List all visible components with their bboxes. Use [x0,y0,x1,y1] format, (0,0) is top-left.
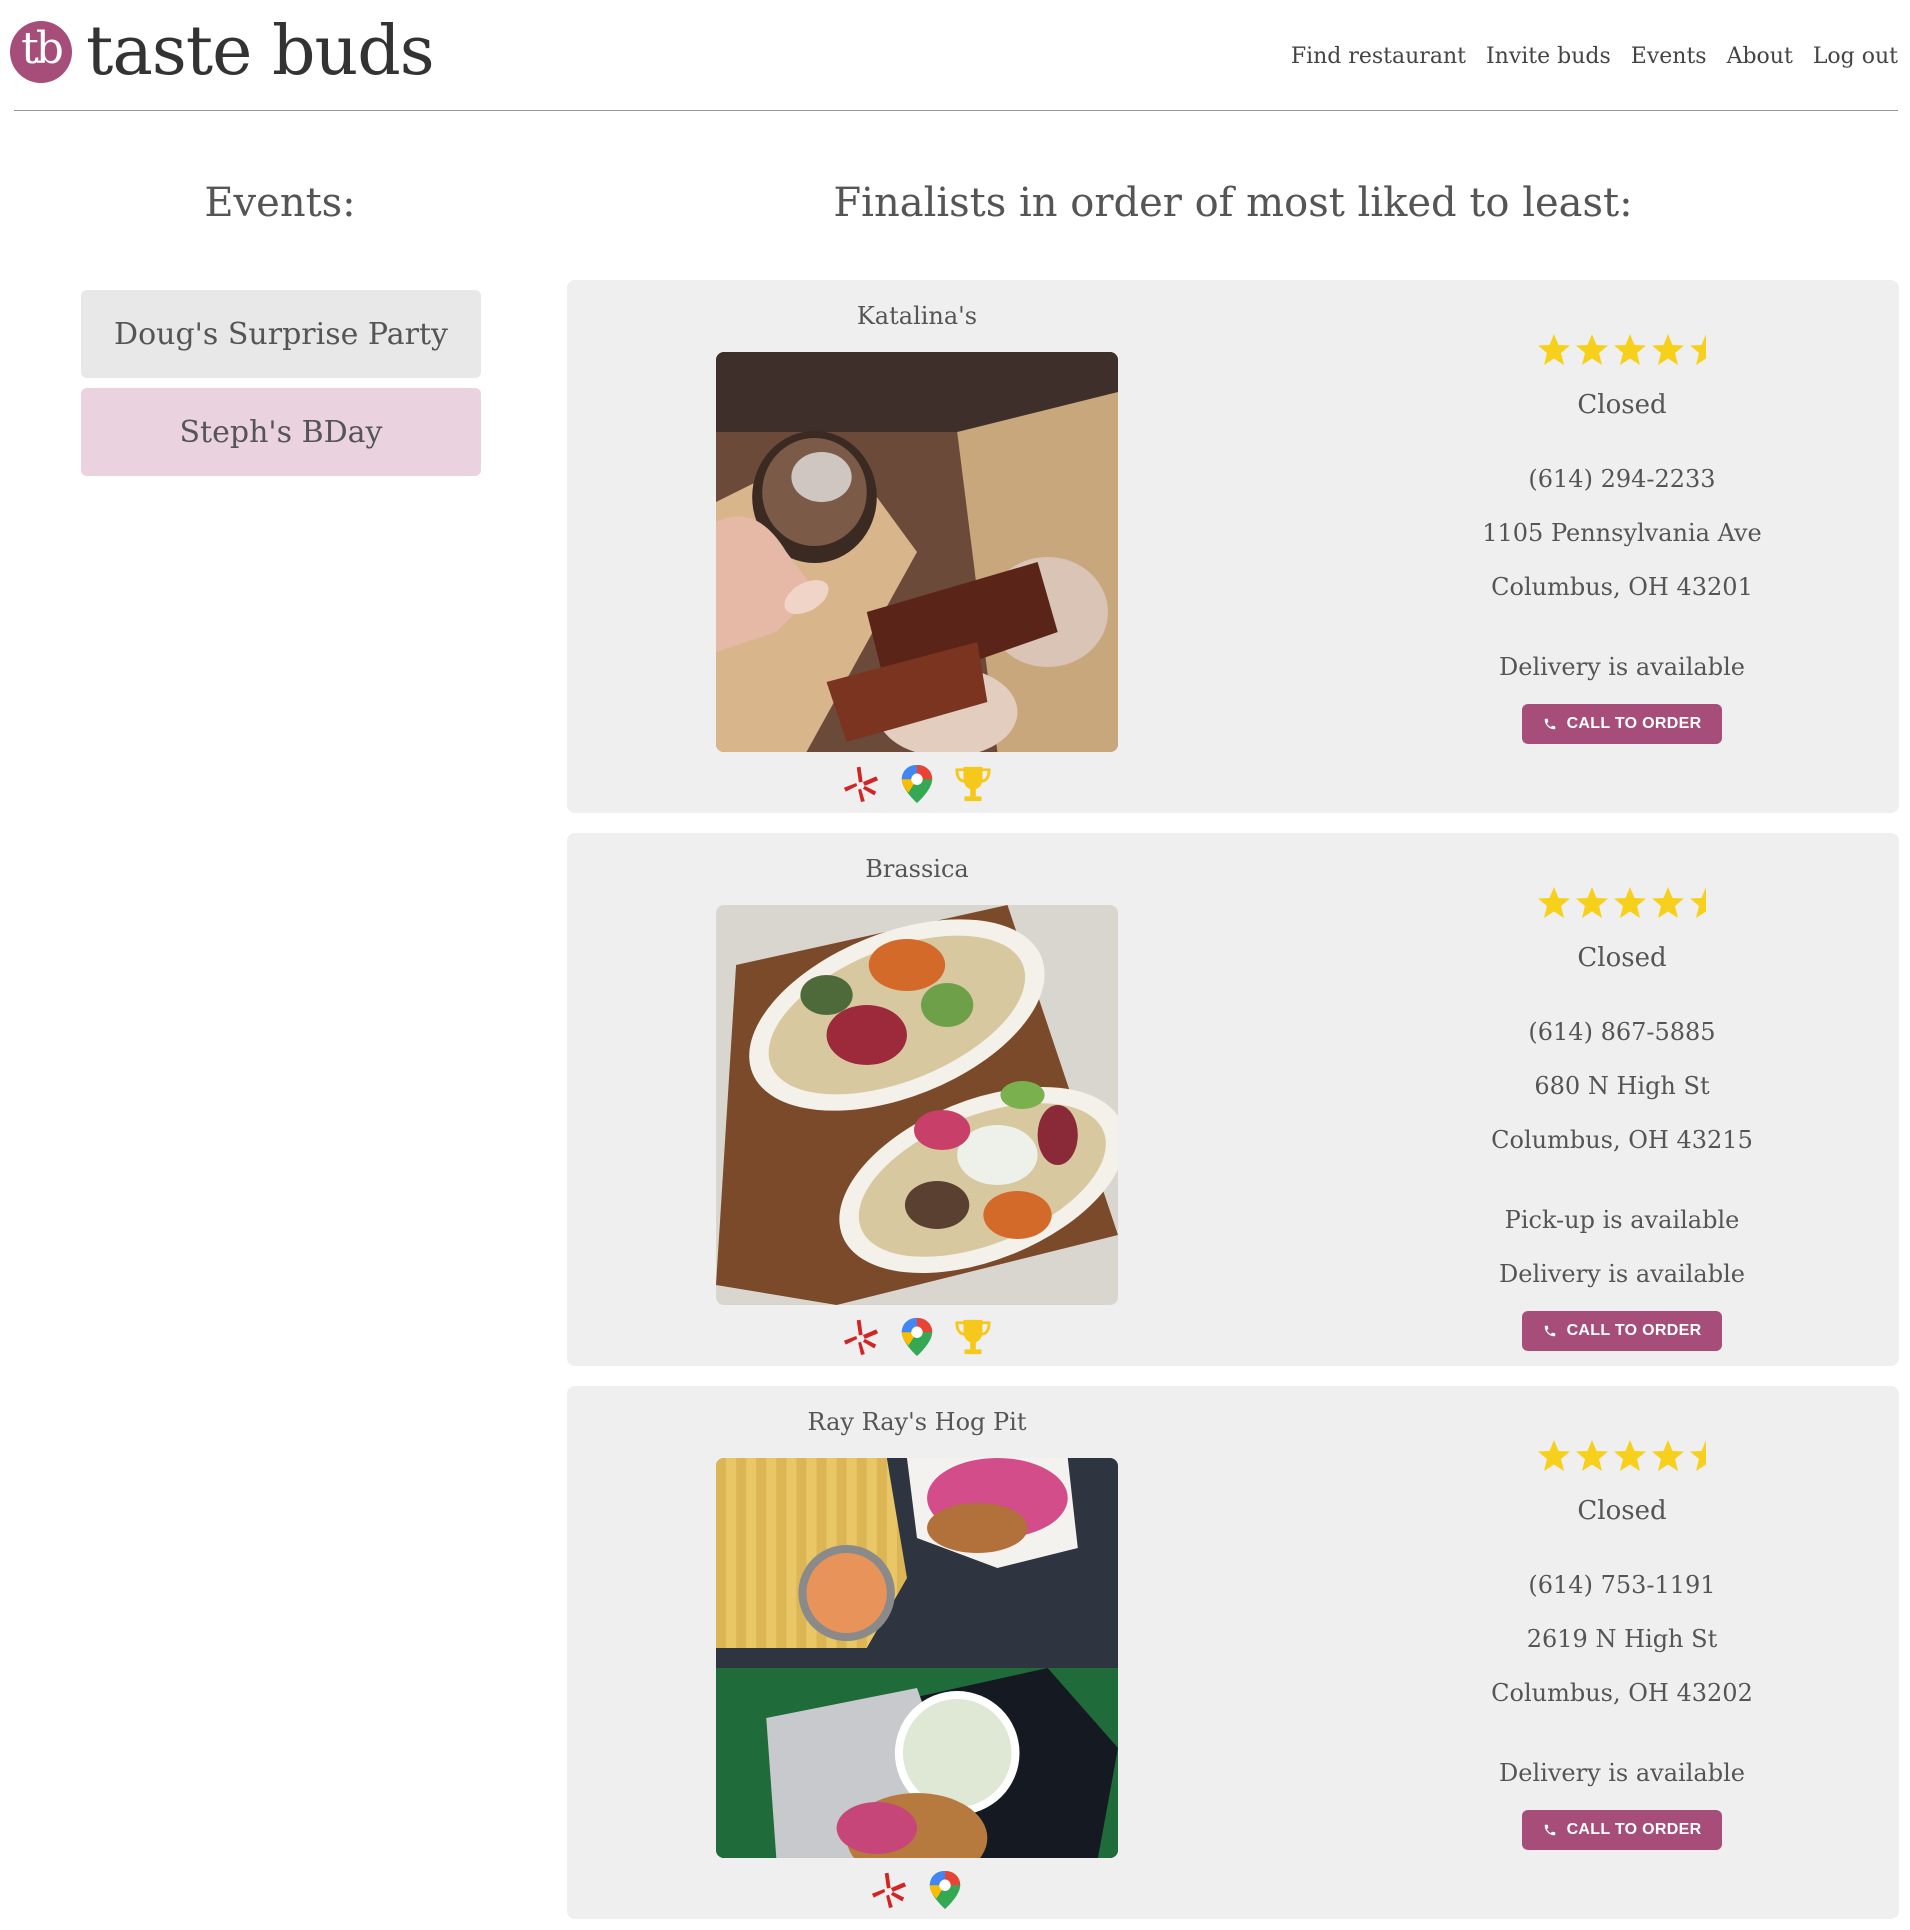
nav-find-restaurant[interactable]: Find restaurant [1291,44,1466,69]
logo-mark: tb [10,21,72,83]
header-divider [14,110,1898,111]
phone-number: (614) 294-2233 [1528,465,1716,493]
call-to-order-button[interactable]: CALL TO ORDER [1522,1311,1722,1351]
nav-events[interactable]: Events [1631,44,1707,69]
restaurant-links [567,762,1267,806]
restaurant-photo [716,1458,1118,1858]
nav-log-out[interactable]: Log out [1813,44,1898,69]
google-maps-icon[interactable] [898,1315,936,1359]
restaurant-card: Brassica Closed (614) 867-5885 680 N Hig… [567,833,1899,1366]
nav-invite-buds[interactable]: Invite buds [1486,44,1611,69]
open-status: Closed [1577,390,1667,420]
restaurant-name: Brassica [865,855,969,883]
address-line2: Columbus, OH 43215 [1491,1126,1753,1154]
address-line1: 1105 Pennsylvania Ave [1482,519,1762,547]
google-maps-icon[interactable] [926,1868,964,1912]
finalists-heading: Finalists in order of most liked to leas… [833,180,1633,226]
restaurant-name: Ray Ray's Hog Pit [807,1408,1027,1436]
service-delivery: Delivery is available [1499,653,1745,681]
address-line2: Columbus, OH 43202 [1491,1679,1753,1707]
restaurant-info: Closed (614) 294-2233 1105 Pennsylvania … [1437,332,1807,744]
service-pickup: Pick-up is available [1504,1206,1740,1234]
star-rating-icon [1538,887,1706,918]
call-to-order-label: CALL TO ORDER [1566,715,1702,732]
events-heading: Events: [204,180,356,226]
nav-about[interactable]: About [1727,44,1793,69]
restaurant-links [567,1315,1267,1359]
phone-icon [1543,1324,1557,1338]
yelp-icon[interactable] [842,1315,880,1359]
phone-number: (614) 753-1191 [1528,1571,1716,1599]
phone-icon [1543,717,1557,731]
phone-icon [1543,1823,1557,1837]
open-status: Closed [1577,943,1667,973]
call-to-order-button[interactable]: CALL TO ORDER [1522,704,1722,744]
trophy-icon[interactable] [954,762,992,806]
star-rating-icon [1538,1440,1706,1471]
rating-stars [1437,332,1807,370]
rating-stars [1437,1438,1807,1476]
open-status: Closed [1577,1496,1667,1526]
restaurant-card: Katalina's Closed (614) 294-2233 1105 Pe… [567,280,1899,813]
address-line1: 2619 N High St [1526,1625,1718,1653]
call-to-order-label: CALL TO ORDER [1566,1322,1702,1339]
restaurant-info: Closed (614) 753-1191 2619 N High St Col… [1437,1438,1807,1850]
restaurant-photo [716,352,1118,752]
restaurant-card: Ray Ray's Hog Pit Closed (614) 753-1191 … [567,1386,1899,1919]
service-delivery: Delivery is available [1499,1759,1745,1787]
rating-stars [1437,885,1807,923]
restaurant-info: Closed (614) 867-5885 680 N High St Colu… [1437,885,1807,1351]
trophy-icon[interactable] [954,1315,992,1359]
event-button-selected[interactable]: Steph's BDay [81,388,481,476]
restaurant-links [567,1868,1267,1912]
yelp-icon[interactable] [870,1868,908,1912]
call-to-order-button[interactable]: CALL TO ORDER [1522,1810,1722,1850]
yelp-icon[interactable] [842,762,880,806]
phone-number: (614) 867-5885 [1528,1018,1716,1046]
service-delivery: Delivery is available [1499,1260,1745,1288]
main-nav: Find restaurant Invite buds Events About… [1291,44,1898,69]
address-line2: Columbus, OH 43201 [1491,573,1753,601]
app-logo[interactable]: tb taste buds [10,12,435,91]
restaurant-photo [716,905,1118,1305]
event-button[interactable]: Doug's Surprise Party [81,290,481,378]
top-header: tb taste buds Find restaurant Invite bud… [0,0,1910,112]
app-title: taste buds [86,12,435,91]
google-maps-icon[interactable] [898,762,936,806]
star-rating-icon [1538,334,1706,365]
call-to-order-label: CALL TO ORDER [1566,1821,1702,1838]
restaurant-name: Katalina's [856,302,978,330]
address-line1: 680 N High St [1534,1072,1710,1100]
